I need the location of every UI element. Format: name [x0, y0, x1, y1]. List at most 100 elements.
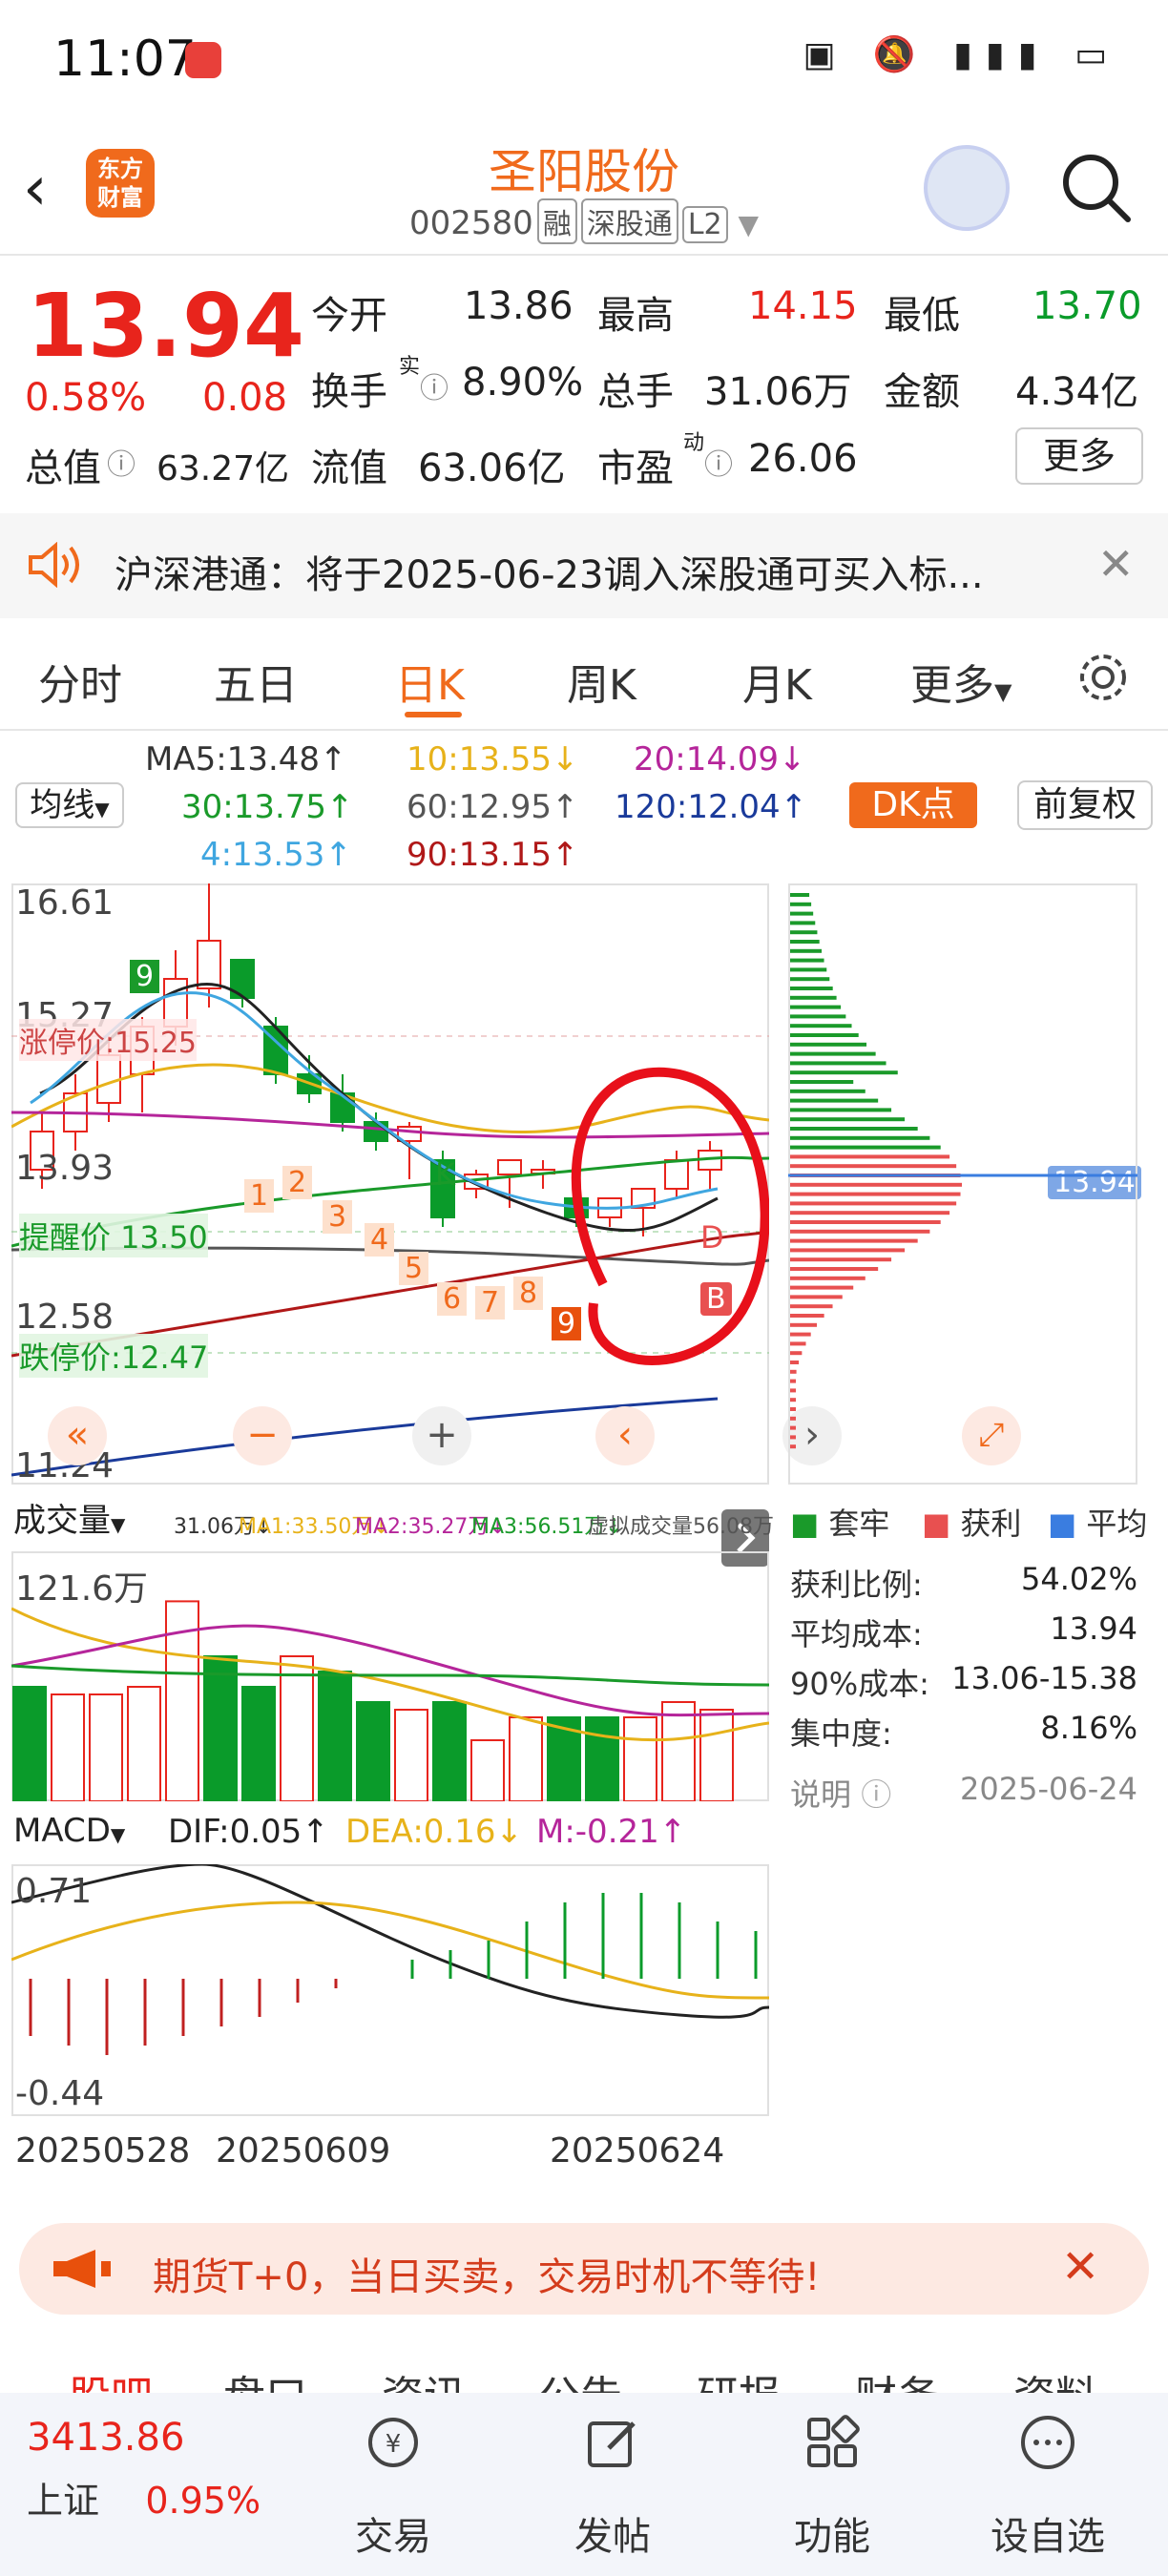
chip-row-label: 90%成本:: [790, 1666, 929, 1702]
marker-9-red: 9: [552, 1307, 582, 1340]
ma60-value: 60:12.95↑: [407, 788, 579, 826]
dk-point-button[interactable]: DK点: [849, 782, 977, 828]
macd-dea: DEA:0.16↓: [345, 1813, 523, 1851]
mktcap-label: 总值: [25, 447, 101, 490]
chip-bar: [790, 940, 820, 944]
ma10-value: 10:13.55↓: [407, 740, 579, 779]
tab-orderbook[interactable]: 盘口: [223, 2362, 307, 2397]
tab-announcements[interactable]: 公告: [538, 2362, 622, 2397]
chip-bar: [790, 1388, 796, 1393]
chip-bar: [790, 1238, 918, 1243]
chip-bar: [790, 958, 824, 963]
chip-date: 2025-06-24: [960, 1771, 1137, 1807]
chip-bar: [790, 1248, 906, 1253]
status-bar: 11:07 ▣ 🔕 ▮▮▮ ▭: [0, 0, 1168, 114]
ma-selector[interactable]: 均线▼: [15, 782, 124, 828]
macd-y-bottom: -0.44: [15, 2074, 105, 2113]
dropdown-icon[interactable]: ▼: [738, 209, 759, 240]
marker-4: 4: [365, 1223, 395, 1257]
info-icon[interactable]: ⓘ: [420, 364, 448, 406]
index-name: 上证: [27, 2480, 100, 2522]
chip-bar: [790, 1033, 859, 1037]
tab-news[interactable]: 资讯: [382, 2362, 466, 2397]
more-button[interactable]: 更多: [1015, 427, 1143, 485]
chip-bar: [790, 1117, 906, 1122]
chip-note-link[interactable]: 说明 ⓘ: [790, 1771, 891, 1815]
chip-bar: [790, 995, 837, 1000]
divider: [0, 729, 1168, 731]
chip-bar: [790, 977, 830, 982]
high-label: 最高: [597, 294, 674, 338]
volume-bar: [241, 1686, 276, 1801]
dea-line: [11, 1901, 769, 2000]
close-icon[interactable]: ✕: [1061, 2240, 1099, 2294]
chip-bar: [790, 1154, 950, 1159]
scroll-left-fast-icon[interactable]: «: [48, 1406, 107, 1465]
tab-monthly-k[interactable]: 月K: [742, 651, 812, 712]
candle-body: [197, 940, 221, 989]
search-icon[interactable]: [1059, 151, 1132, 223]
d-label: D: [700, 1219, 724, 1256]
macd-y-top: 0.71: [15, 1872, 93, 1911]
adjust-button[interactable]: 前复权: [1017, 780, 1153, 830]
nav-functions[interactable]: 功能: [756, 2393, 908, 2576]
zoom-in-icon[interactable]: +: [412, 1406, 471, 1465]
notice-text[interactable]: 沪深港通：将于2025-06-23调入深股通可买入标...: [115, 544, 984, 599]
chip-legend-trapped: ■ 套牢: [790, 1506, 890, 1542]
volume-selector[interactable]: 成交量▼: [13, 1498, 168, 1548]
change-pct: 0.58%: [25, 376, 147, 420]
volume-legend-virtual: 虚拟成交量56.08万: [588, 1515, 774, 1539]
assistant-avatar-icon[interactable]: [924, 145, 1010, 231]
settings-gear-icon[interactable]: [1074, 649, 1132, 706]
nav-add-watchlist[interactable]: 设自选: [971, 2393, 1124, 2576]
period-tabs: 分时 五日 日K 周K 月K 更多▼: [0, 630, 1168, 725]
tab-weekly-k[interactable]: 周K: [567, 651, 636, 712]
tab-daily-k[interactable]: 日K: [395, 651, 465, 712]
open-label: 今开: [311, 294, 387, 338]
chip-bar: [790, 1295, 843, 1299]
low-value: 13.70: [1032, 284, 1142, 328]
volume-bar: [623, 1716, 657, 1801]
volume-bar: [470, 1739, 505, 1801]
chip-bar: [790, 1051, 876, 1056]
low-label: 最低: [884, 294, 960, 338]
tab-finance[interactable]: 财务: [855, 2362, 939, 2397]
ad-text[interactable]: 期货T+0，当日买卖，交易时机不等待!: [153, 2246, 820, 2301]
macd-selector[interactable]: MACD▼: [13, 1809, 166, 1857]
chip-bar: [790, 1211, 950, 1215]
info-icon[interactable]: ⓘ: [704, 441, 733, 483]
tab-intraday[interactable]: 分时: [38, 651, 122, 712]
chip-bar: [790, 1304, 833, 1309]
tab-forum[interactable]: 股吧: [69, 2362, 153, 2397]
tab-research[interactable]: 研报: [697, 2362, 781, 2397]
chip-bar: [790, 1127, 918, 1131]
tab-profile[interactable]: 资料: [1013, 2362, 1097, 2397]
volume-bar: [661, 1701, 696, 1801]
notice-bar[interactable]: 沪深港通：将于2025-06-23调入深股通可买入标... ✕: [0, 513, 1168, 618]
chip-bar: [790, 1164, 957, 1169]
speaker-icon: [29, 542, 79, 588]
ad-banner[interactable]: 期货T+0，当日买卖，交易时机不等待! ✕: [19, 2223, 1149, 2315]
info-icon[interactable]: ⓘ: [107, 441, 136, 483]
index-widget[interactable]: 3413.86 上证 0.95%: [27, 2416, 261, 2524]
close-icon[interactable]: ✕: [1097, 538, 1135, 590]
mktcap-value: 63.27亿: [156, 449, 290, 488]
chip-row-value: 54.02%: [1020, 1561, 1137, 1597]
tag-margin: 融: [536, 198, 577, 244]
marker-2: 2: [282, 1166, 313, 1199]
ma20-value: 20:14.09↓: [634, 740, 806, 779]
candle-body: [664, 1159, 689, 1190]
tab-more[interactable]: 更多▼: [910, 651, 1012, 712]
volume-bar: [394, 1709, 428, 1801]
chip-bar: [790, 1361, 800, 1364]
scroll-left-icon[interactable]: ‹: [595, 1406, 655, 1465]
zoom-out-icon[interactable]: −: [233, 1406, 292, 1465]
kline-chart[interactable]: [11, 883, 769, 1485]
tab-5day[interactable]: 五日: [214, 651, 298, 712]
chip-bar: [790, 1276, 866, 1280]
nav-trade[interactable]: ¥ 交易: [317, 2393, 469, 2576]
nav-post[interactable]: 发帖: [536, 2393, 689, 2576]
bottom-nav: 3413.86 上证 0.95% ¥ 交易 发帖 功能 设自选: [0, 2393, 1168, 2576]
chip-bar: [790, 1201, 957, 1206]
date-label: 20250609: [216, 2131, 391, 2171]
